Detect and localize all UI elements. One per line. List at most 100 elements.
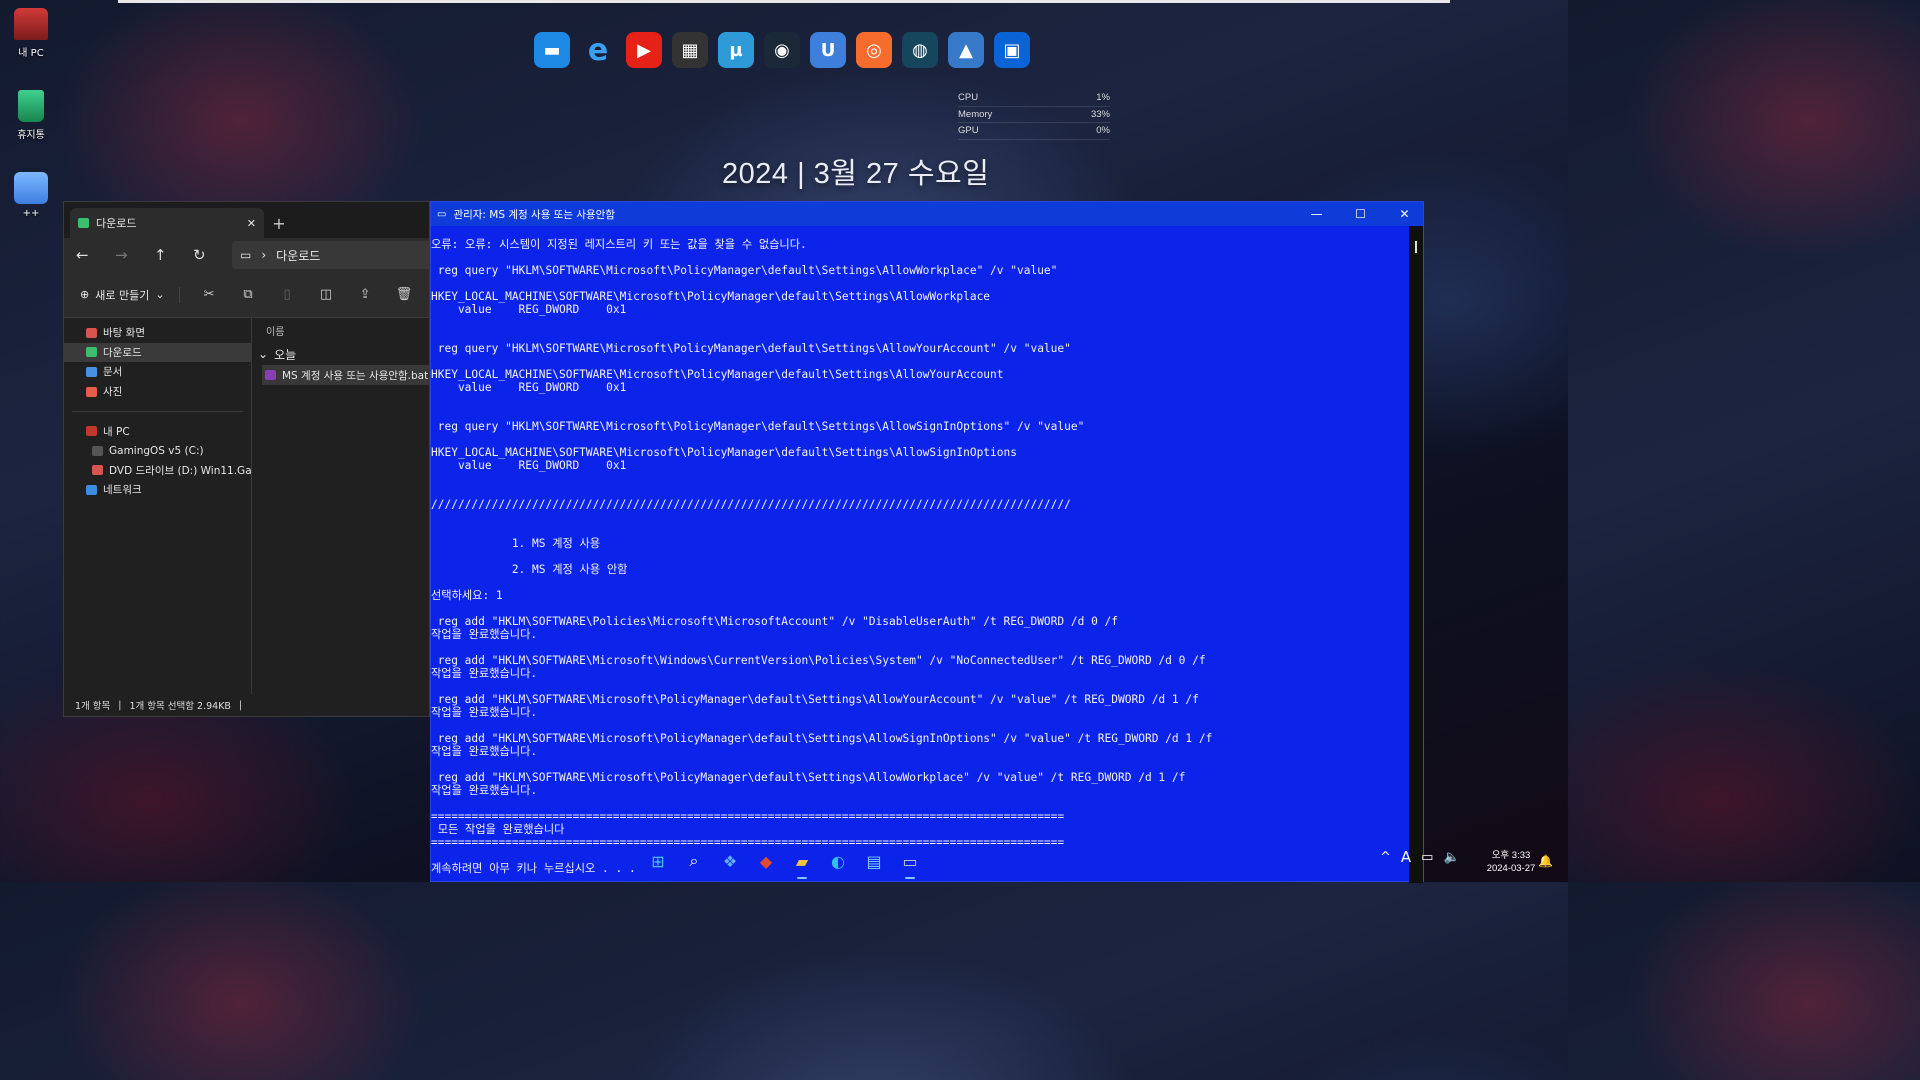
desktop-date: 2024 | 3월 27 수요일	[722, 158, 990, 190]
photos-app-icon[interactable]: ◆	[752, 846, 780, 876]
copy-icon[interactable]: ⧉	[229, 287, 268, 302]
explorer-tab[interactable]: 다운로드 ✕	[70, 208, 264, 238]
notification-bell-icon[interactable]: 🔔	[1538, 854, 1553, 868]
store-icon[interactable]: ▦	[672, 32, 708, 68]
photos-icon[interactable]: ▲	[948, 32, 984, 68]
edge-icon[interactable]: ◐	[824, 846, 852, 876]
command-prompt-window[interactable]: ▭ 관리자: MS 계정 사용 또는 사용안함 — ☐ ✕ 오류: 오류: 시스…	[430, 201, 1424, 883]
sidebar-item[interactable]: GamingOS v5 (C:)	[64, 441, 251, 461]
cmd-title-bar[interactable]: ▭ 관리자: MS 계정 사용 또는 사용안함 — ☐ ✕	[431, 202, 1423, 226]
new-tab-button[interactable]: +	[264, 208, 294, 238]
new-button[interactable]: ⊕ 새로 만들기 ⌄	[80, 286, 180, 303]
terminal-icon[interactable]: ▭	[896, 846, 924, 879]
steam-icon[interactable]: ◉	[764, 32, 800, 68]
desktop-icon-recycle-bin[interactable]: 휴지통	[1, 90, 61, 141]
sidebar-item-label: 다운로드	[103, 346, 142, 359]
bat-file-icon	[265, 370, 276, 380]
rename-icon[interactable]: ◫	[307, 287, 346, 302]
close-button[interactable]: ✕	[1386, 207, 1423, 221]
sidebar-item[interactable]: 문서	[64, 362, 251, 382]
performance-widget: CPU 1% Memory 33% GPU 0%	[958, 90, 1110, 140]
console-line: 작업을 완료했습니다.	[431, 706, 538, 719]
delete-icon[interactable]: 🗑	[385, 287, 424, 302]
desktop-icon-my-pc[interactable]: 내 PC	[1, 8, 61, 59]
perf-label: CPU	[958, 92, 979, 104]
utorrent-icon[interactable]: µ	[718, 32, 754, 68]
clock-date: 2024-03-27	[1486, 863, 1536, 874]
clock[interactable]: 오후 3:33 2024-03-27	[1476, 849, 1546, 875]
perf-label: GPU	[958, 125, 979, 137]
outlook-icon[interactable]: ▣	[994, 32, 1030, 68]
up-icon[interactable]: ↑	[154, 246, 193, 264]
sidebar-item-icon	[86, 484, 97, 495]
cut-icon[interactable]: ✂	[190, 287, 229, 302]
sidebar-item[interactable]: 내 PC	[64, 421, 251, 441]
app-dock: ▬ e ▶ ▦ µ ◉ U ◎ ◍ ▲ ▣	[534, 32, 1030, 68]
forward-icon[interactable]: →	[115, 246, 154, 264]
perf-label: Memory	[958, 108, 993, 120]
paste-icon[interactable]: ▯	[268, 287, 307, 302]
network-icon[interactable]: ▭	[1421, 850, 1433, 865]
sidebar-item[interactable]: 네트워크	[64, 480, 251, 500]
computer-icon	[14, 8, 48, 40]
scrollbar[interactable]	[1409, 226, 1423, 883]
group-header-today[interactable]: ⌄ 오늘	[258, 343, 429, 365]
maximize-button[interactable]: ☐	[1342, 207, 1379, 221]
origin-icon[interactable]: ◎	[856, 32, 892, 68]
file-row[interactable]: MS 계정 사용 또는 사용안함.bat	[262, 365, 429, 385]
sidebar-item[interactable]: 사진	[64, 382, 251, 402]
windows-start-icon[interactable]: ⊞	[644, 846, 672, 876]
search-icon[interactable]: ⌕	[680, 846, 708, 876]
youtube-icon[interactable]: ▶	[626, 32, 662, 68]
file-list: 이름 ⌄ 오늘 MS 계정 사용 또는 사용안함.bat	[252, 318, 429, 700]
refresh-icon[interactable]: ↻	[193, 246, 232, 264]
address-bar[interactable]: ▭ › 다운로드	[232, 241, 429, 269]
status-bar: 1개 항목 | 1개 항목 선택함 2.94KB |	[64, 694, 429, 716]
ie-icon[interactable]: e	[580, 32, 616, 68]
console-line: 모든 작업을 완료했습니다	[431, 823, 565, 836]
sidebar-item-icon	[86, 366, 97, 377]
console-line: reg add "HKLM\SOFTWARE\Microsoft\Windows…	[431, 654, 1206, 667]
sidebar-item-icon	[92, 465, 103, 476]
file-explorer-window[interactable]: 다운로드 ✕ + ← → ↑ ↻ ▭ › 다운로드 ⊕ 새로 만들기 ⌄ ✂ ⧉…	[63, 201, 430, 717]
divider	[72, 411, 243, 413]
cmd-icon: ▭	[437, 208, 447, 220]
desktop-icon-label: ++	[22, 208, 40, 219]
share-icon[interactable]: ⇪	[346, 287, 385, 302]
sidebar-item-icon	[86, 386, 97, 397]
app-globe-icon[interactable]: ◍	[902, 32, 938, 68]
status-selected: 1개 항목 선택함 2.94KB	[129, 701, 231, 712]
sidebar-item[interactable]: 바탕 화면	[64, 323, 251, 343]
minimize-button[interactable]: —	[1298, 207, 1335, 221]
chevron-up-icon[interactable]: ^	[1380, 850, 1391, 865]
back-icon[interactable]: ←	[76, 246, 115, 264]
scrollbar-thumb[interactable]	[1415, 241, 1417, 253]
console-line: 작업을 완료했습니다.	[431, 784, 538, 797]
notepad-icon[interactable]: ▤	[860, 846, 888, 876]
sidebar-item[interactable]: DVD 드라이브 (D:) Win11.Gami	[64, 461, 251, 481]
close-tab-icon[interactable]: ✕	[247, 217, 256, 230]
sidebar-item[interactable]: 다운로드	[64, 342, 251, 363]
console-output[interactable]: 오류: 오류: 시스템이 지정된 레지스트리 키 또는 값을 찾을 수 없습니다…	[431, 238, 1409, 875]
console-line: value REG_DWORD 0x1	[431, 303, 627, 316]
volume-icon[interactable]: 🔈	[1443, 850, 1459, 865]
uplay-icon[interactable]: U	[810, 32, 846, 68]
ime-indicator[interactable]: A	[1401, 848, 1411, 866]
file-explorer-icon[interactable]: ▰	[788, 846, 816, 879]
monitor-icon[interactable]: ▬	[534, 32, 570, 68]
widgets-icon[interactable]: ❖	[716, 846, 744, 876]
sidebar-item-icon	[86, 347, 97, 358]
column-header-name[interactable]: 이름	[266, 323, 429, 343]
sidebar-item-label: 내 PC	[103, 425, 130, 438]
desktop-icon-folder[interactable]: ++	[1, 172, 61, 219]
